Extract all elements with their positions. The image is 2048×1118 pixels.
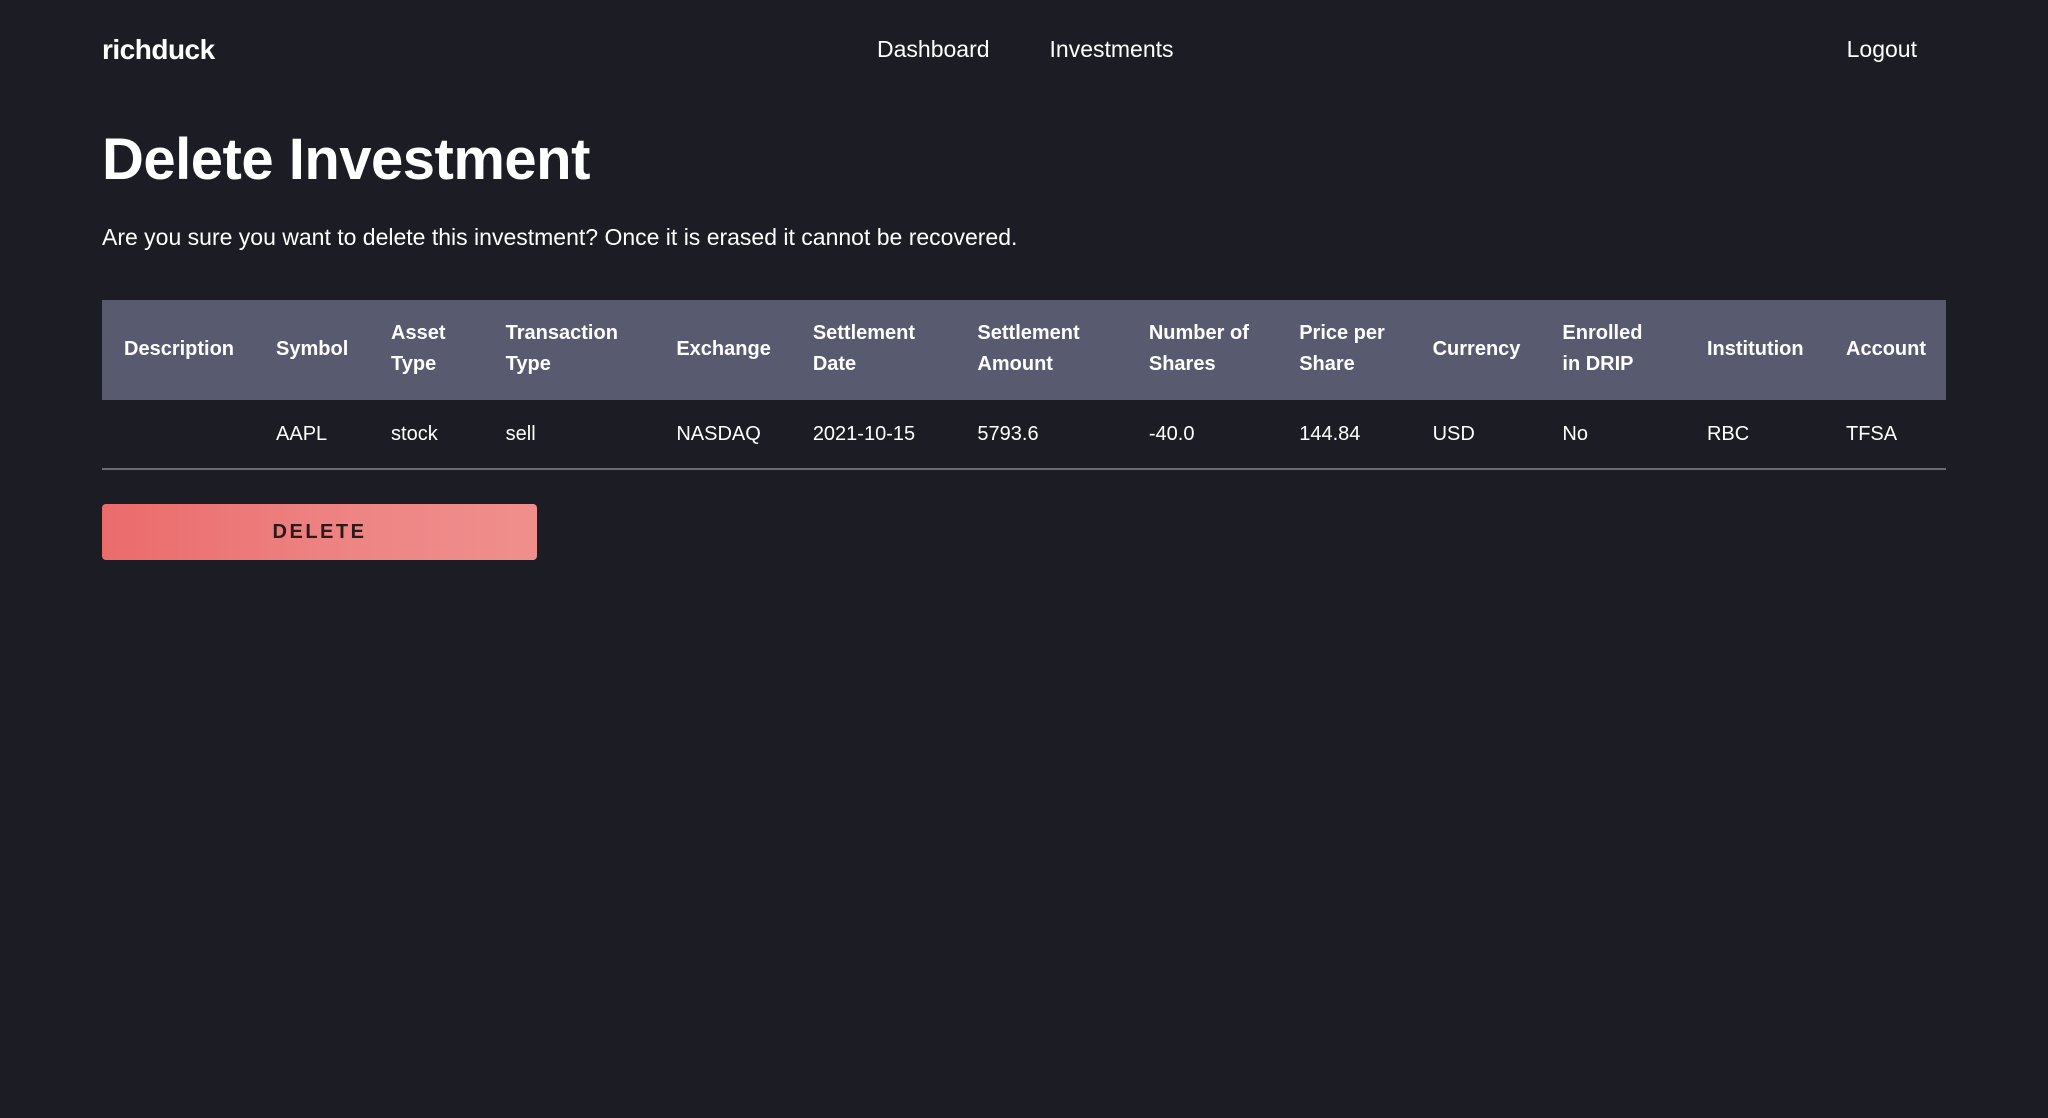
page-description: Are you sure you want to delete this inv…: [102, 224, 1018, 250]
header-institution: Institution: [1706, 337, 1804, 360]
investment-table: Description Symbol Asset Type Transactio…: [102, 300, 1946, 470]
header-settlement-date: Settlement Date: [812, 322, 916, 375]
logout-link[interactable]: Logout: [1847, 36, 1917, 63]
cell-institution: RBC: [1684, 400, 1824, 470]
table-body: AAPL stock sell NASDAQ 2021-10-15 5793.6…: [102, 400, 1946, 470]
cell-settlement-date: 2021-10-15: [790, 400, 956, 470]
cell-enrolled-in-drip: No: [1540, 400, 1685, 470]
cell-currency: USD: [1410, 400, 1541, 470]
nav-link-investments[interactable]: Investments: [1050, 36, 1174, 63]
table-header: Description Symbol Asset Type Transactio…: [102, 300, 1946, 400]
header-enrolled-in-drip: Enrolled in DRIP: [1562, 322, 1643, 375]
cell-transaction-type: sell: [483, 400, 655, 470]
header-transaction-type: Transaction Type: [505, 322, 618, 375]
main-content: Delete Investment Are you sure you want …: [102, 120, 1946, 560]
cell-description: [102, 400, 255, 470]
table-header-row: Description Symbol Asset Type Transactio…: [102, 300, 1946, 400]
header-account: Account: [1846, 337, 1926, 360]
cell-exchange: NASDAQ: [654, 400, 791, 470]
cell-account: TFSA: [1824, 400, 1946, 470]
brand-logo[interactable]: richduck: [102, 34, 215, 66]
nav-link-dashboard[interactable]: Dashboard: [877, 36, 990, 63]
delete-button[interactable]: DELETE: [102, 504, 537, 560]
header-settlement-amount: Settlement Amount: [977, 322, 1080, 375]
header-currency: Currency: [1432, 337, 1521, 360]
header-asset-type: Asset Type: [391, 322, 446, 375]
header-exchange: Exchange: [676, 337, 771, 360]
navbar: richduck Dashboard Investments Logout: [0, 0, 2048, 100]
cell-symbol: AAPL: [254, 400, 370, 470]
table-row: AAPL stock sell NASDAQ 2021-10-15 5793.6…: [102, 400, 1946, 470]
cell-asset-type: stock: [369, 400, 484, 470]
header-description: Description: [124, 337, 235, 360]
nav-links: Dashboard Investments: [877, 36, 1174, 63]
header-number-of-shares: Number of Shares: [1148, 322, 1249, 375]
cell-price-per-share: 144.84: [1277, 400, 1411, 470]
page-title: Delete Investment: [102, 127, 590, 192]
cell-settlement-amount: 5793.6: [955, 400, 1127, 470]
cell-number-of-shares: -40.0: [1126, 400, 1278, 470]
header-price-per-share: Price per Share: [1299, 322, 1385, 375]
header-symbol: Symbol: [276, 337, 349, 360]
